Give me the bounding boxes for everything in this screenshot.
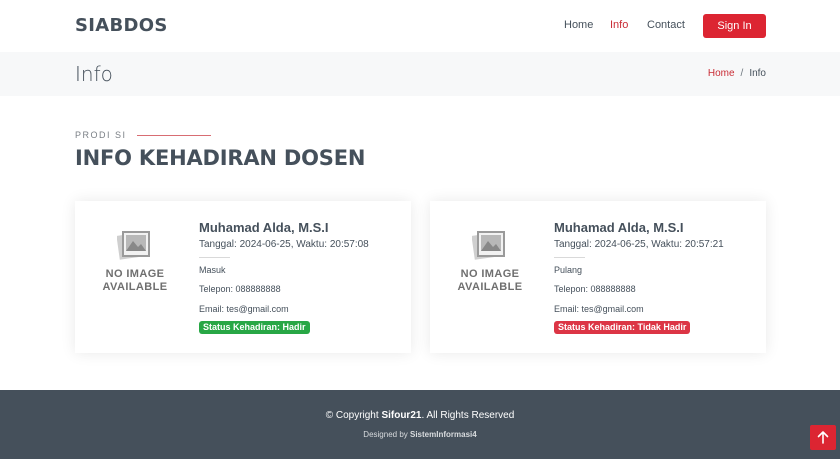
lecturer-phone: Telepon: 088888888 bbox=[554, 284, 636, 294]
breadcrumb-separator: / bbox=[740, 68, 744, 79]
attendance-datetime: Tanggal: 2024-06-25, Waktu: 20:57:08 bbox=[199, 239, 369, 250]
page-title: Info bbox=[75, 62, 113, 86]
credits-prefix: Designed by bbox=[363, 430, 410, 439]
credits-text: Designed by SistemInformasi4 bbox=[0, 430, 840, 439]
attendance-type: Pulang bbox=[554, 265, 583, 275]
nav-link-contact[interactable]: Contact bbox=[647, 19, 685, 31]
sign-in-button[interactable]: Sign In bbox=[703, 14, 766, 38]
copyright-brand: Sifour21 bbox=[381, 410, 422, 421]
lecturer-phone: Telepon: 088888888 bbox=[199, 284, 281, 294]
breadcrumb-bar: Info Home / Info bbox=[0, 52, 840, 96]
image-placeholder-icon bbox=[117, 231, 150, 260]
lecturer-email: Email: tes@gmail.com bbox=[199, 304, 289, 314]
attendance-card: NO IMAGE AVAILABLE Muhamad Alda, M.S.I T… bbox=[75, 201, 411, 353]
lecturer-email: Email: tes@gmail.com bbox=[554, 304, 644, 314]
back-to-top-button[interactable] bbox=[810, 425, 836, 450]
attendance-card: NO IMAGE AVAILABLE Muhamad Alda, M.S.I T… bbox=[430, 201, 766, 353]
section-subtitle-text: PRODI SI bbox=[75, 130, 127, 140]
lecturer-name: Muhamad Alda, M.S.I bbox=[554, 220, 684, 235]
status-badge: Status Kehadiran: Hadir bbox=[199, 321, 310, 334]
lecturer-photo-placeholder: NO IMAGE AVAILABLE bbox=[97, 227, 173, 303]
footer: © Copyright Sifour21. All Rights Reserve… bbox=[0, 390, 840, 459]
no-image-text: NO IMAGE AVAILABLE bbox=[102, 268, 168, 293]
nav-link-info[interactable]: Info bbox=[610, 19, 628, 31]
header: SIABDOS Home Info Contact Sign In bbox=[0, 0, 840, 52]
card-divider bbox=[554, 257, 585, 258]
section-title: INFO KEHADIRAN DOSEN bbox=[75, 146, 366, 170]
credits-link[interactable]: SistemInformasi4 bbox=[410, 430, 477, 439]
copyright-text: © Copyright Sifour21. All Rights Reserve… bbox=[0, 410, 840, 421]
breadcrumb-home-link[interactable]: Home bbox=[708, 68, 735, 79]
image-placeholder-icon bbox=[472, 231, 505, 260]
attendance-datetime: Tanggal: 2024-06-25, Waktu: 20:57:21 bbox=[554, 239, 724, 250]
status-badge: Status Kehadiran: Tidak Hadir bbox=[554, 321, 691, 334]
lecturer-name: Muhamad Alda, M.S.I bbox=[199, 220, 329, 235]
copyright-suffix: . All Rights Reserved bbox=[421, 410, 515, 421]
no-image-text: NO IMAGE AVAILABLE bbox=[457, 268, 523, 293]
nav-link-home[interactable]: Home bbox=[564, 19, 593, 31]
section-subtitle: PRODI SI bbox=[75, 130, 211, 140]
breadcrumb-current: Info bbox=[749, 68, 766, 79]
section-subtitle-line bbox=[136, 134, 211, 136]
attendance-type: Masuk bbox=[199, 265, 226, 275]
site-logo[interactable]: SIABDOS bbox=[75, 15, 168, 36]
card-divider bbox=[199, 257, 230, 258]
copyright-prefix: © Copyright bbox=[325, 410, 382, 421]
breadcrumb: Home / Info bbox=[708, 68, 766, 79]
arrow-up-icon bbox=[817, 431, 829, 444]
lecturer-photo-placeholder: NO IMAGE AVAILABLE bbox=[452, 227, 528, 303]
